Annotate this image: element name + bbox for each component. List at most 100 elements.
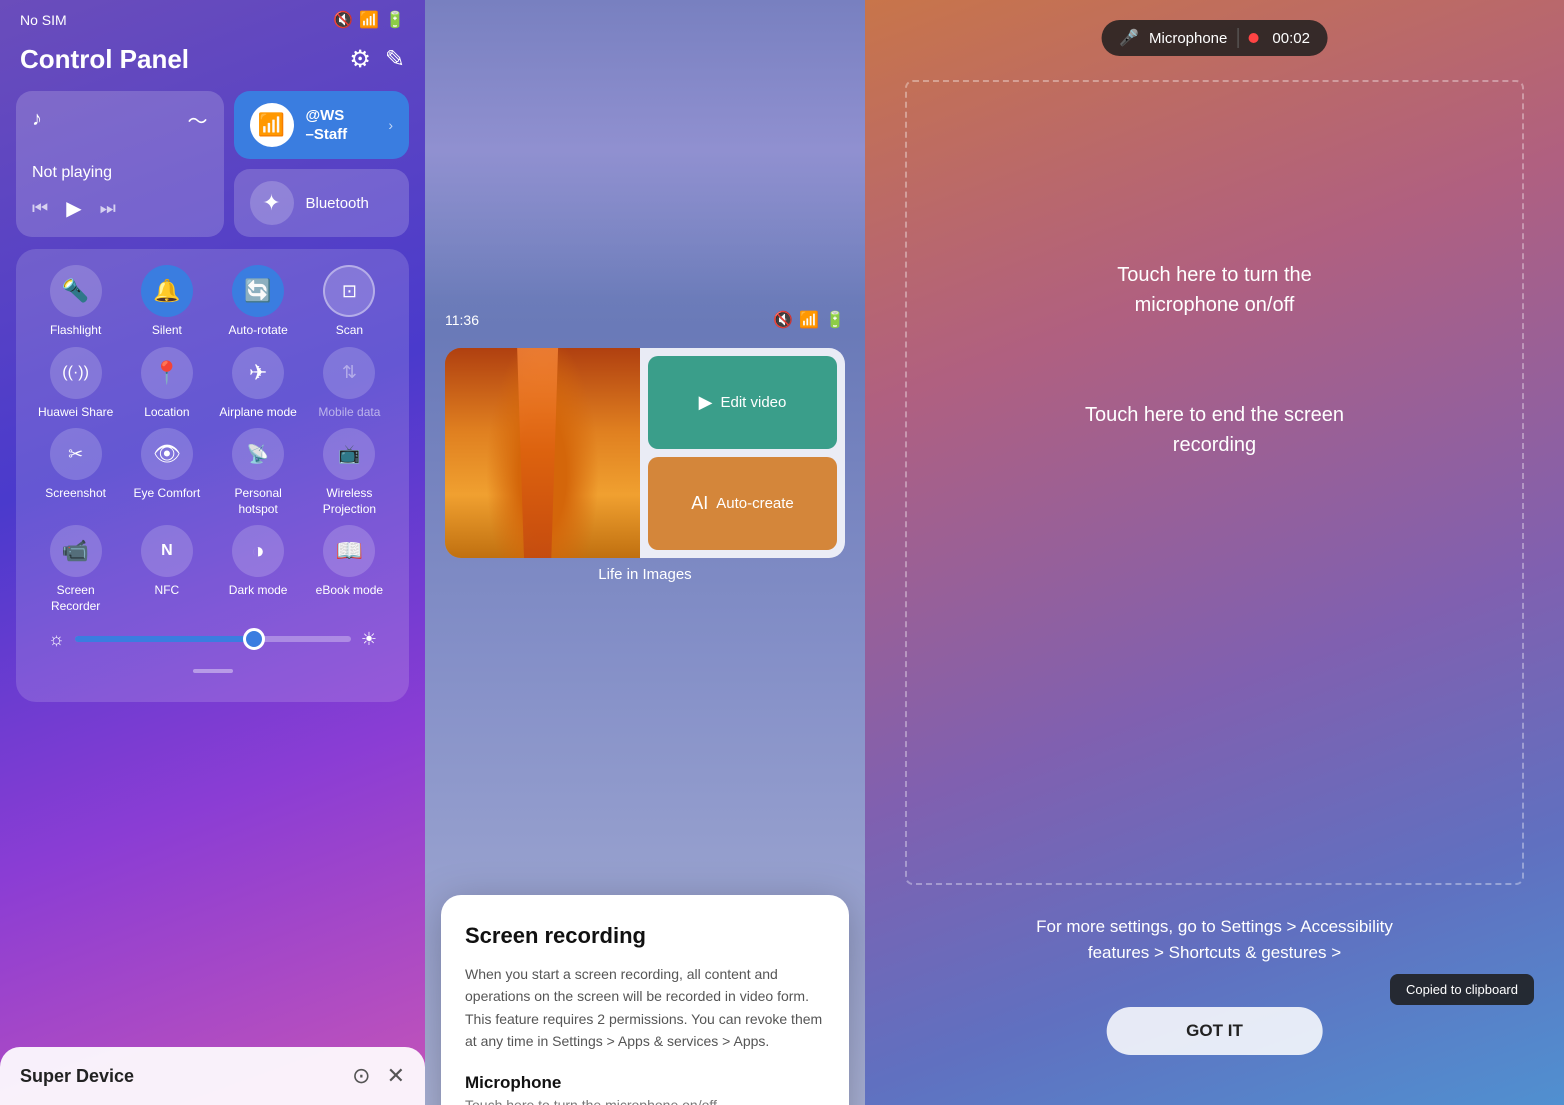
dialog-overlay: Screen recording When you start a screen…: [425, 895, 865, 1105]
signal-icon: 📶: [359, 10, 379, 30]
toggle-huawei-share[interactable]: ((·)) Huawei Share: [32, 347, 119, 421]
play-button[interactable]: ▶: [66, 196, 81, 221]
toggle-dark-mode[interactable]: ◑ Dark mode: [215, 525, 302, 614]
control-panel-header: Control Panel ⚙ ✎: [0, 38, 425, 91]
toggle-screen-recorder[interactable]: 📹 Screen Recorder: [32, 525, 119, 614]
battery-icon: 🔋: [385, 10, 405, 30]
accessibility-text: For more settings, go to Settings > Acce…: [1036, 917, 1393, 962]
bluetooth-icon: ✦: [262, 190, 280, 216]
toggle-ebook[interactable]: 📖 eBook mode: [306, 525, 393, 614]
toggle-flashlight[interactable]: 🔦 Flashlight: [32, 265, 119, 339]
super-device-bar: Super Device ⊙ ✕: [0, 1047, 425, 1105]
prev-button[interactable]: ⏮: [32, 198, 48, 219]
toggles-grid: 🔦 Flashlight 🔔 Silent 🔄 Auto-rotate ⊡ Sc…: [32, 265, 393, 615]
settings-icon[interactable]: ⚙: [349, 45, 371, 74]
nfc-label: NFC: [155, 583, 180, 599]
brightness-slider[interactable]: [75, 636, 351, 642]
hotspot-icon: 📡: [232, 428, 284, 480]
toggle-eye-comfort[interactable]: 👁 Eye Comfort: [123, 428, 210, 517]
super-device-title: Super Device: [20, 1066, 134, 1087]
not-playing-label: Not playing: [32, 164, 208, 182]
mute-icon: 🔇: [333, 10, 353, 30]
top-cards: ♪ 〜 Not playing ⏮ ▶ ⏭ 📶 @WS–Staff › ✦: [0, 91, 425, 249]
auto-create-button[interactable]: AI Auto-create: [648, 457, 837, 550]
brightness-row: ☼ ☀: [32, 615, 393, 660]
airplane-label: Airplane mode: [219, 405, 296, 421]
hotspot-label: Personal hotspot: [215, 486, 302, 517]
toggle-mobile-data[interactable]: ⇅ Mobile data: [306, 347, 393, 421]
toggle-wireless-projection[interactable]: 📺 Wireless Projection: [306, 428, 393, 517]
gallery-actions: ▶ Edit video AI Auto-create: [640, 348, 845, 558]
rec-mic-icon: 🎤: [1119, 28, 1139, 48]
toggle-silent[interactable]: 🔔 Silent: [123, 265, 210, 339]
accessibility-note: For more settings, go to Settings > Acce…: [905, 914, 1524, 965]
next-button[interactable]: ⏭: [100, 198, 116, 219]
carrier-label: No SIM: [20, 12, 67, 28]
bg-blur: [425, 0, 865, 300]
music-controls: ⏮ ▶ ⏭: [32, 196, 208, 221]
super-device-target-icon[interactable]: ⊙: [352, 1063, 370, 1089]
status-bar-2: 11:36 🔇 📶 🔋: [425, 300, 865, 338]
got-it-button[interactable]: GOT IT: [1106, 1007, 1323, 1055]
auto-create-icon: AI: [691, 493, 708, 514]
huawei-share-label: Huawei Share: [38, 405, 113, 421]
eye-comfort-label: Eye Comfort: [134, 486, 201, 502]
gallery-main-image: [445, 348, 640, 558]
screen-recorder-icon: 📹: [50, 525, 102, 577]
gallery-caption: Life in Images: [425, 558, 865, 595]
got-it-label: GOT IT: [1186, 1021, 1243, 1040]
brightness-low-icon: ☼: [48, 629, 65, 650]
eye-comfort-icon: 👁: [141, 428, 193, 480]
screen-recorder-label: Screen Recorder: [32, 583, 119, 614]
toggle-scan[interactable]: ⊡ Scan: [306, 265, 393, 339]
toggle-autorotate[interactable]: 🔄 Auto-rotate: [215, 265, 302, 339]
edit-video-label: Edit video: [720, 394, 786, 411]
bluetooth-card[interactable]: ✦ Bluetooth: [234, 169, 410, 237]
wifi-icon-circle: 📶: [250, 103, 294, 147]
brightness-high-icon: ☀: [361, 629, 377, 650]
music-wave-icon: 〜: [188, 105, 208, 134]
silent-label: Silent: [152, 323, 182, 339]
battery-icon-2: 🔋: [825, 310, 845, 330]
bluetooth-icon-circle: ✦: [250, 181, 294, 225]
clipboard-text: Copied to clipboard: [1406, 982, 1518, 997]
silent-icon: 🔔: [141, 265, 193, 317]
flashlight-label: Flashlight: [50, 323, 101, 339]
wifi-network-name: @WS–Staff: [306, 106, 348, 145]
wifi-bt-cards: 📶 @WS–Staff › ✦ Bluetooth: [234, 91, 410, 237]
toggle-airplane[interactable]: ✈ Airplane mode: [215, 347, 302, 421]
airplane-icon: ✈: [232, 347, 284, 399]
screen-recording-screen: 11:36 🔇 📶 🔋 ▶ Edit video AI Auto-create …: [425, 0, 865, 1105]
dialog-title: Screen recording: [465, 923, 825, 949]
flashlight-icon: 🔦: [50, 265, 102, 317]
edit-icon[interactable]: ✎: [385, 45, 405, 74]
autorotate-icon: 🔄: [232, 265, 284, 317]
expand-handle[interactable]: [32, 660, 393, 686]
microphone-permission: Microphone Touch here to turn the microp…: [465, 1073, 825, 1105]
location-label: Location: [144, 405, 189, 421]
toggle-screenshot[interactable]: ✂ Screenshot: [32, 428, 119, 517]
edit-video-icon: ▶: [699, 392, 713, 413]
wireless-projection-icon: 📺: [323, 428, 375, 480]
status-bar: No SIM 🔇 📶 🔋: [0, 0, 425, 38]
music-card[interactable]: ♪ 〜 Not playing ⏮ ▶ ⏭: [16, 91, 224, 237]
ebook-icon: 📖: [323, 525, 375, 577]
control-panel-title: Control Panel: [20, 44, 189, 75]
recording-indicator[interactable]: 🎤 Microphone 00:02: [1101, 20, 1328, 56]
nfc-icon: N: [141, 525, 193, 577]
toggle-hotspot[interactable]: 📡 Personal hotspot: [215, 428, 302, 517]
super-device-close-icon[interactable]: ✕: [387, 1063, 405, 1089]
edit-video-button[interactable]: ▶ Edit video: [648, 356, 837, 449]
touch-mic-text: Touch here to turn the microphone on/off: [1117, 264, 1312, 316]
screen-recording-dialog: Screen recording When you start a screen…: [441, 895, 849, 1105]
touch-mic-instruction[interactable]: Touch here to turn the microphone on/off: [865, 260, 1564, 320]
wifi-card[interactable]: 📶 @WS–Staff ›: [234, 91, 410, 159]
header-actions: ⚙ ✎: [349, 45, 405, 74]
microphone-title: Microphone: [465, 1073, 825, 1093]
toggle-location[interactable]: 📍 Location: [123, 347, 210, 421]
ebook-label: eBook mode: [316, 583, 383, 599]
touch-end-instruction[interactable]: Touch here to end the screen recording: [865, 400, 1564, 460]
toggle-nfc[interactable]: N NFC: [123, 525, 210, 614]
super-device-actions: ⊙ ✕: [352, 1063, 405, 1089]
mobile-data-label: Mobile data: [318, 405, 380, 421]
